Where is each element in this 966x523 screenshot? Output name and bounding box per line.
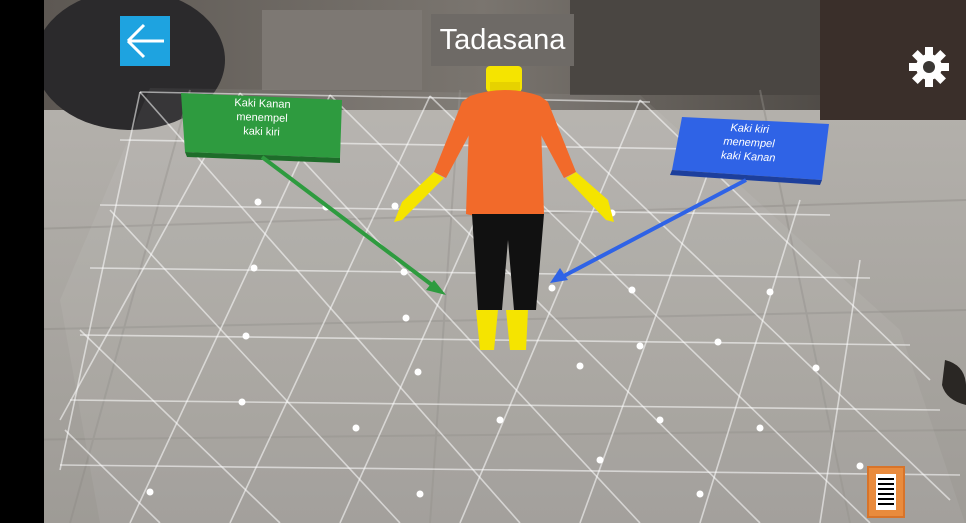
- camera-scene: [0, 0, 966, 523]
- menu-button[interactable]: [867, 466, 905, 518]
- wall-box: [262, 10, 422, 90]
- right-foot-callout-text: Kaki Kanan menempel kaki kiri: [234, 97, 291, 139]
- list-icon: [876, 474, 896, 510]
- arrow-left-icon: [126, 23, 164, 59]
- wall-cabinet: [570, 0, 850, 95]
- pose-title: Tadasana: [431, 14, 574, 66]
- ar-viewport: Kaki Kanan menempel kaki kiri Kaki kiri …: [0, 0, 966, 523]
- settings-button[interactable]: [906, 44, 952, 90]
- left-letterbox: [0, 0, 44, 523]
- left-foot-callout-text: Kaki kiri menempel kaki Kanan: [720, 122, 776, 165]
- gear-icon: [909, 47, 949, 87]
- back-button[interactable]: [120, 16, 170, 66]
